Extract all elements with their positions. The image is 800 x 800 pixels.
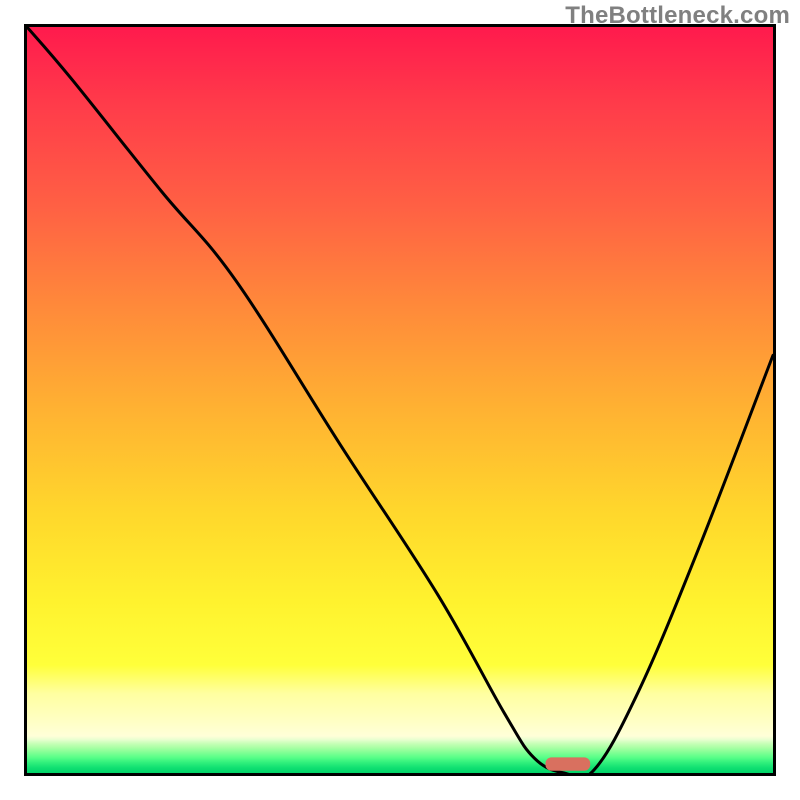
watermark-text: TheBottleneck.com	[565, 2, 790, 30]
plot-area	[27, 27, 773, 773]
axis-right	[773, 27, 776, 776]
optimal-marker-shape	[545, 757, 590, 770]
bottleneck-curve-path	[27, 27, 773, 773]
chart-overlay	[27, 27, 773, 773]
chart-frame: TheBottleneck.com	[0, 0, 800, 800]
axis-bottom	[24, 773, 776, 776]
